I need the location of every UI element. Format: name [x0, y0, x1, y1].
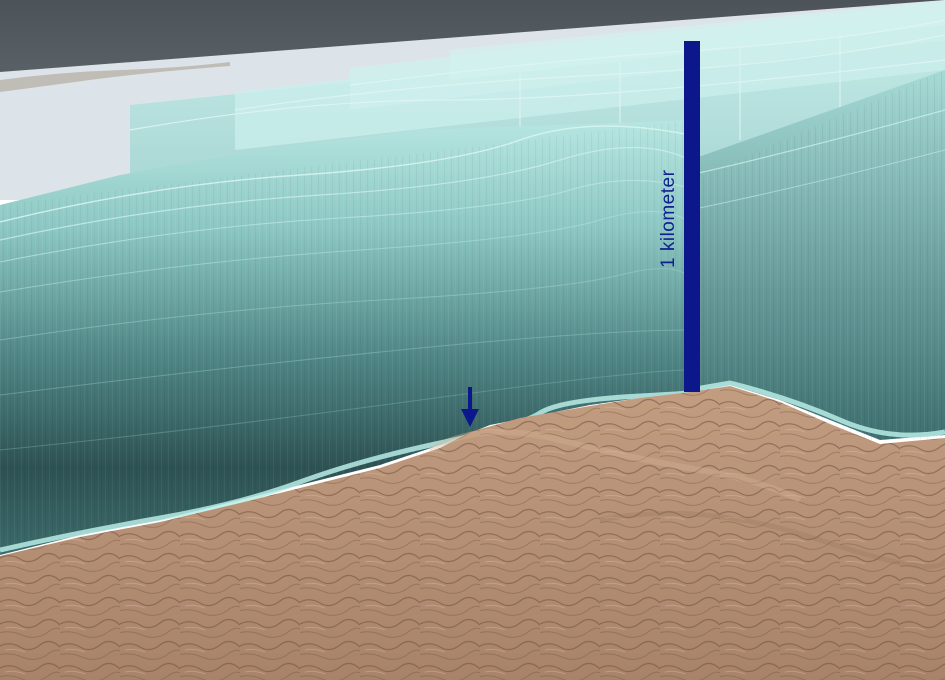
- radar-ice-scene: 1 kilometer: [0, 0, 945, 680]
- scale-bar-label: 1 kilometer: [658, 169, 679, 268]
- scale-bar: [684, 41, 700, 392]
